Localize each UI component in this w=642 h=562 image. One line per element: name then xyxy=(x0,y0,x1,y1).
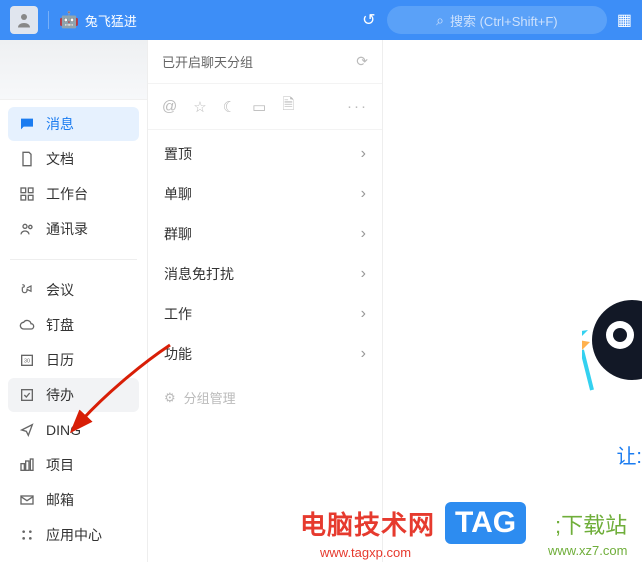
sidebar-item-label: 邮箱 xyxy=(46,490,74,510)
contacts-icon xyxy=(18,220,36,238)
workspace-icon xyxy=(18,185,36,203)
project-icon xyxy=(18,456,36,474)
group-manage[interactable]: ⚙ 分组管理 xyxy=(148,378,382,417)
group-item-mute[interactable]: 消息免打扰 › xyxy=(148,254,382,294)
watermark-green-url: www.xz7.com xyxy=(548,543,627,558)
window-title: 兔飞猛进 xyxy=(85,11,137,30)
mascot-image xyxy=(582,290,642,410)
group-label: 消息免打扰 xyxy=(164,264,234,284)
file-icon[interactable]: 🗎 xyxy=(282,94,294,119)
sidebar-item-appcenter[interactable]: 应用中心 xyxy=(8,518,139,552)
sidebar-item-documents[interactable]: 文档 xyxy=(8,142,139,176)
sidebar-item-workspace[interactable]: 工作台 xyxy=(8,177,139,211)
bot-icon: 🤖 xyxy=(59,10,79,30)
sidebar-item-label: 钉盘 xyxy=(46,315,74,335)
watermark-red: 电脑技术网 TAG xyxy=(300,502,526,544)
sidebar-item-ding[interactable]: DING xyxy=(8,413,139,447)
group-item-work[interactable]: 工作 › xyxy=(148,294,382,334)
appcenter-icon xyxy=(18,526,36,544)
apps-grid-icon[interactable]: ▦ xyxy=(617,10,632,30)
sidebar-item-label: 应用中心 xyxy=(46,525,102,545)
sidebar-item-label: 工作台 xyxy=(46,184,88,204)
group-label: 工作 xyxy=(164,304,192,324)
history-icon[interactable]: ↺ xyxy=(359,10,379,30)
group-manage-label: 分组管理 xyxy=(184,388,236,407)
group-item-pin[interactable]: 置顶 › xyxy=(148,134,382,174)
sidebar-item-cloud[interactable]: 钉盘 xyxy=(8,308,139,342)
sidebar: 消息 文档 工作台 通讯录 会议 钉盘 xyxy=(0,40,148,562)
meeting-icon xyxy=(18,281,36,299)
sidebar-item-label: 待办 xyxy=(46,385,74,405)
group-item-function[interactable]: 功能 › xyxy=(148,334,382,374)
cloud-icon xyxy=(18,316,36,334)
sidebar-item-meeting[interactable]: 会议 xyxy=(8,273,139,307)
ding-icon xyxy=(18,421,36,439)
nav-primary: 消息 文档 工作台 通讯录 xyxy=(0,100,147,253)
watermark-red-url: www.tagxp.com xyxy=(320,545,411,560)
todo-icon xyxy=(18,386,36,404)
chevron-right-icon: › xyxy=(361,345,366,363)
sidebar-item-messages[interactable]: 消息 xyxy=(8,107,139,141)
chevron-right-icon: › xyxy=(361,225,366,243)
panel-title: 已开启聊天分组 xyxy=(162,52,253,71)
main-tagline: 让: xyxy=(616,440,642,469)
chevron-right-icon: › xyxy=(361,265,366,283)
sidebar-item-label: 项目 xyxy=(46,455,74,475)
group-list: 置顶 › 单聊 › 群聊 › 消息免打扰 › 工作 › 功能 › xyxy=(148,130,382,378)
sidebar-item-label: 消息 xyxy=(46,114,74,134)
watermark-tag-badge: TAG xyxy=(445,502,526,544)
sidebar-item-label: 通讯录 xyxy=(46,219,88,239)
refresh-icon[interactable]: ⟳ xyxy=(356,53,368,70)
sidebar-item-label: 日历 xyxy=(46,350,74,370)
group-label: 群聊 xyxy=(164,224,192,244)
nav-separator xyxy=(10,259,137,260)
phone-icon[interactable]: ▭ xyxy=(252,98,266,116)
message-icon xyxy=(18,115,36,133)
group-label: 置顶 xyxy=(164,144,192,164)
group-item-group[interactable]: 群聊 › xyxy=(148,214,382,254)
mail-icon xyxy=(18,491,36,509)
main-content: 让: xyxy=(383,40,642,562)
document-icon xyxy=(18,150,36,168)
watermark-green-text: ;下载站 xyxy=(555,508,627,540)
more-icon[interactable]: ··· xyxy=(347,98,368,115)
svg-text:30: 30 xyxy=(24,359,30,365)
search-placeholder: 搜索 (Ctrl+Shift+F) xyxy=(450,11,558,30)
chevron-right-icon: › xyxy=(361,185,366,203)
sidebar-item-project[interactable]: 项目 xyxy=(8,448,139,482)
gear-icon: ⚙ xyxy=(164,390,176,406)
star-icon[interactable]: ☆ xyxy=(193,98,206,116)
search-icon: ⌕ xyxy=(436,12,444,29)
sidebar-item-contacts[interactable]: 通讯录 xyxy=(8,212,139,246)
sidebar-item-label: 文档 xyxy=(46,149,74,169)
nav-secondary: 会议 钉盘 30 日历 待办 DING 项目 xyxy=(0,266,147,559)
moon-icon[interactable]: ☾ xyxy=(223,98,236,116)
search-box[interactable]: ⌕ 搜索 (Ctrl+Shift+F) xyxy=(387,6,607,34)
sidebar-item-label: 会议 xyxy=(46,280,74,300)
chevron-right-icon: › xyxy=(361,305,366,323)
chevron-right-icon: › xyxy=(361,145,366,163)
group-item-single[interactable]: 单聊 › xyxy=(148,174,382,214)
sidebar-item-calendar[interactable]: 30 日历 xyxy=(8,343,139,377)
watermark-red-text: 电脑技术网 xyxy=(300,505,435,542)
chat-group-panel: 已开启聊天分组 ⟳ @ ☆ ☾ ▭ 🗎 ··· 置顶 › 单聊 › 群聊 › 消息免打… xyxy=(148,40,383,562)
mention-icon[interactable]: @ xyxy=(162,98,177,115)
titlebar: 🤖 兔飞猛进 ↺ ⌕ 搜索 (Ctrl+Shift+F) ▦ xyxy=(0,0,642,40)
sidebar-item-label: DING xyxy=(46,422,81,438)
group-label: 单聊 xyxy=(164,184,192,204)
group-label: 功能 xyxy=(164,344,192,364)
header-divider xyxy=(48,11,49,29)
panel-header: 已开启聊天分组 ⟳ xyxy=(148,40,382,84)
user-avatar[interactable] xyxy=(10,6,38,34)
sidebar-item-mail[interactable]: 邮箱 xyxy=(8,483,139,517)
sidebar-item-todo[interactable]: 待办 xyxy=(8,378,139,412)
panel-toolbar: @ ☆ ☾ ▭ 🗎 ··· xyxy=(148,84,382,130)
calendar-icon: 30 xyxy=(18,351,36,369)
profile-block[interactable] xyxy=(0,40,147,100)
